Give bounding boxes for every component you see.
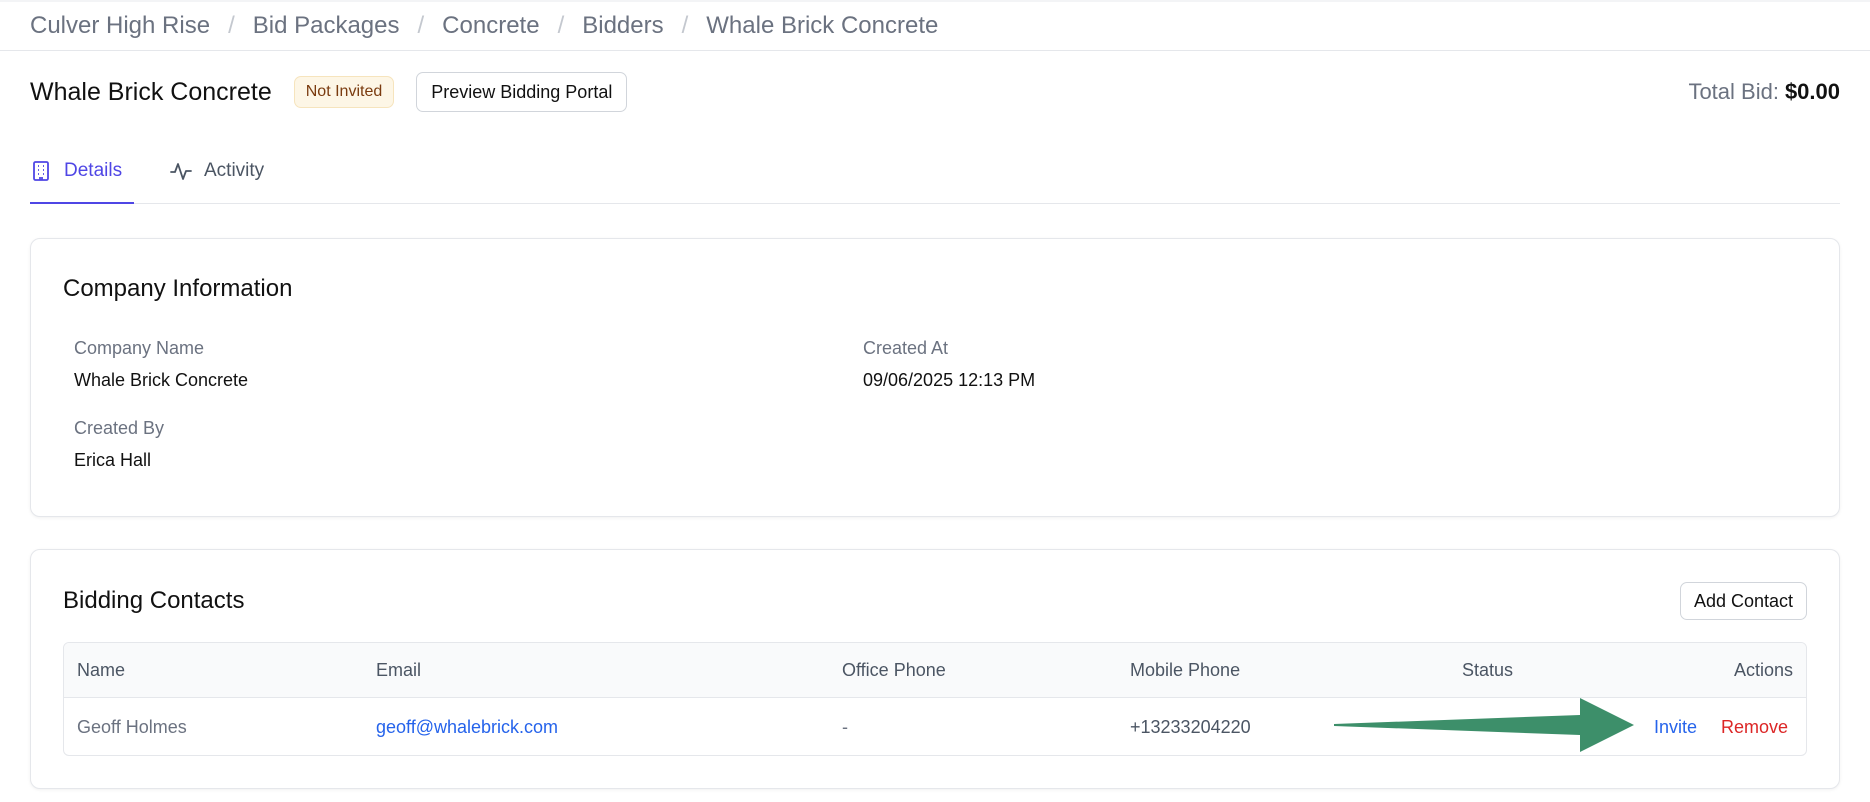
- remove-button[interactable]: Remove: [1721, 717, 1788, 738]
- column-header-email[interactable]: Email: [376, 643, 421, 698]
- invite-button[interactable]: Invite: [1654, 717, 1697, 738]
- tab-activity-label: Activity: [204, 160, 265, 181]
- tab-details-label: Details: [64, 160, 123, 181]
- company-information-title: Company Information: [63, 275, 293, 302]
- contact-mobile-phone: +13233204220: [1130, 716, 1251, 737]
- contact-office-phone: -: [842, 716, 848, 737]
- total-bid-label: Total Bid:: [1688, 79, 1779, 104]
- top-edge-line: [0, 0, 1870, 2]
- contact-actions: Invite Remove: [1654, 698, 1788, 755]
- company-name-label: Company Name: [74, 338, 205, 358]
- breadcrumb-separator: /: [681, 12, 689, 39]
- breadcrumb: Culver High Rise / Bid Packages / Concre…: [30, 10, 938, 42]
- breadcrumb-item-project[interactable]: Culver High Rise: [30, 12, 210, 40]
- bidding-contacts-title: Bidding Contacts: [63, 587, 245, 614]
- created-at-label: Created At: [863, 338, 949, 358]
- breadcrumb-separator: /: [228, 12, 235, 39]
- created-at-value: 09/06/2025 12:13 PM: [863, 370, 1036, 390]
- breadcrumb-item-current: Whale Brick Concrete: [706, 12, 939, 39]
- building-icon: [30, 160, 52, 182]
- company-name-value: Whale Brick Concrete: [74, 370, 249, 390]
- company-information-card: Company Information Company Name Whale B…: [30, 238, 1840, 517]
- contact-name: Geoff Holmes: [77, 716, 187, 737]
- total-bid-value: $0.00: [1784, 79, 1840, 104]
- add-contact-button[interactable]: Add Contact: [1679, 582, 1807, 620]
- breadcrumb-separator: /: [557, 12, 565, 39]
- page-header: Whale Brick Concrete Not Invited Preview…: [30, 72, 628, 112]
- column-header-name[interactable]: Name: [77, 643, 125, 698]
- total-bid: Total Bid: $0.00: [1688, 76, 1840, 108]
- column-header-office-phone[interactable]: Office Phone: [842, 643, 946, 698]
- contact-email-link[interactable]: geoff@whalebrick.com: [376, 698, 558, 755]
- tab-activity[interactable]: Activity: [170, 152, 264, 204]
- created-by-value: Erica Hall: [74, 450, 152, 470]
- column-header-mobile-phone[interactable]: Mobile Phone: [1130, 643, 1240, 698]
- annotation-arrow-icon: [1334, 698, 1634, 752]
- table-header: Name Email Office Phone Mobile Phone Sta…: [64, 643, 1806, 698]
- column-header-actions: Actions: [1733, 660, 1793, 680]
- breadcrumb-item-bid-packages[interactable]: Bid Packages: [253, 12, 400, 40]
- page-title: Whale Brick Concrete: [30, 77, 272, 106]
- column-header-status[interactable]: Status: [1462, 643, 1513, 698]
- tab-bar: Details Activity: [30, 152, 1840, 204]
- status-badge: Not Invited: [293, 76, 395, 108]
- bidding-contacts-card: Bidding Contacts Add Contact Name Email …: [30, 549, 1840, 789]
- breadcrumb-item-package[interactable]: Concrete: [442, 12, 539, 40]
- header-divider: [0, 50, 1870, 51]
- preview-bidding-portal-button[interactable]: Preview Bidding Portal: [416, 72, 628, 112]
- created-by-label: Created By: [74, 418, 165, 438]
- activity-icon: [170, 160, 192, 182]
- breadcrumb-separator: /: [417, 12, 425, 39]
- breadcrumb-item-bidders[interactable]: Bidders: [582, 12, 663, 40]
- tab-details[interactable]: Details: [30, 152, 134, 204]
